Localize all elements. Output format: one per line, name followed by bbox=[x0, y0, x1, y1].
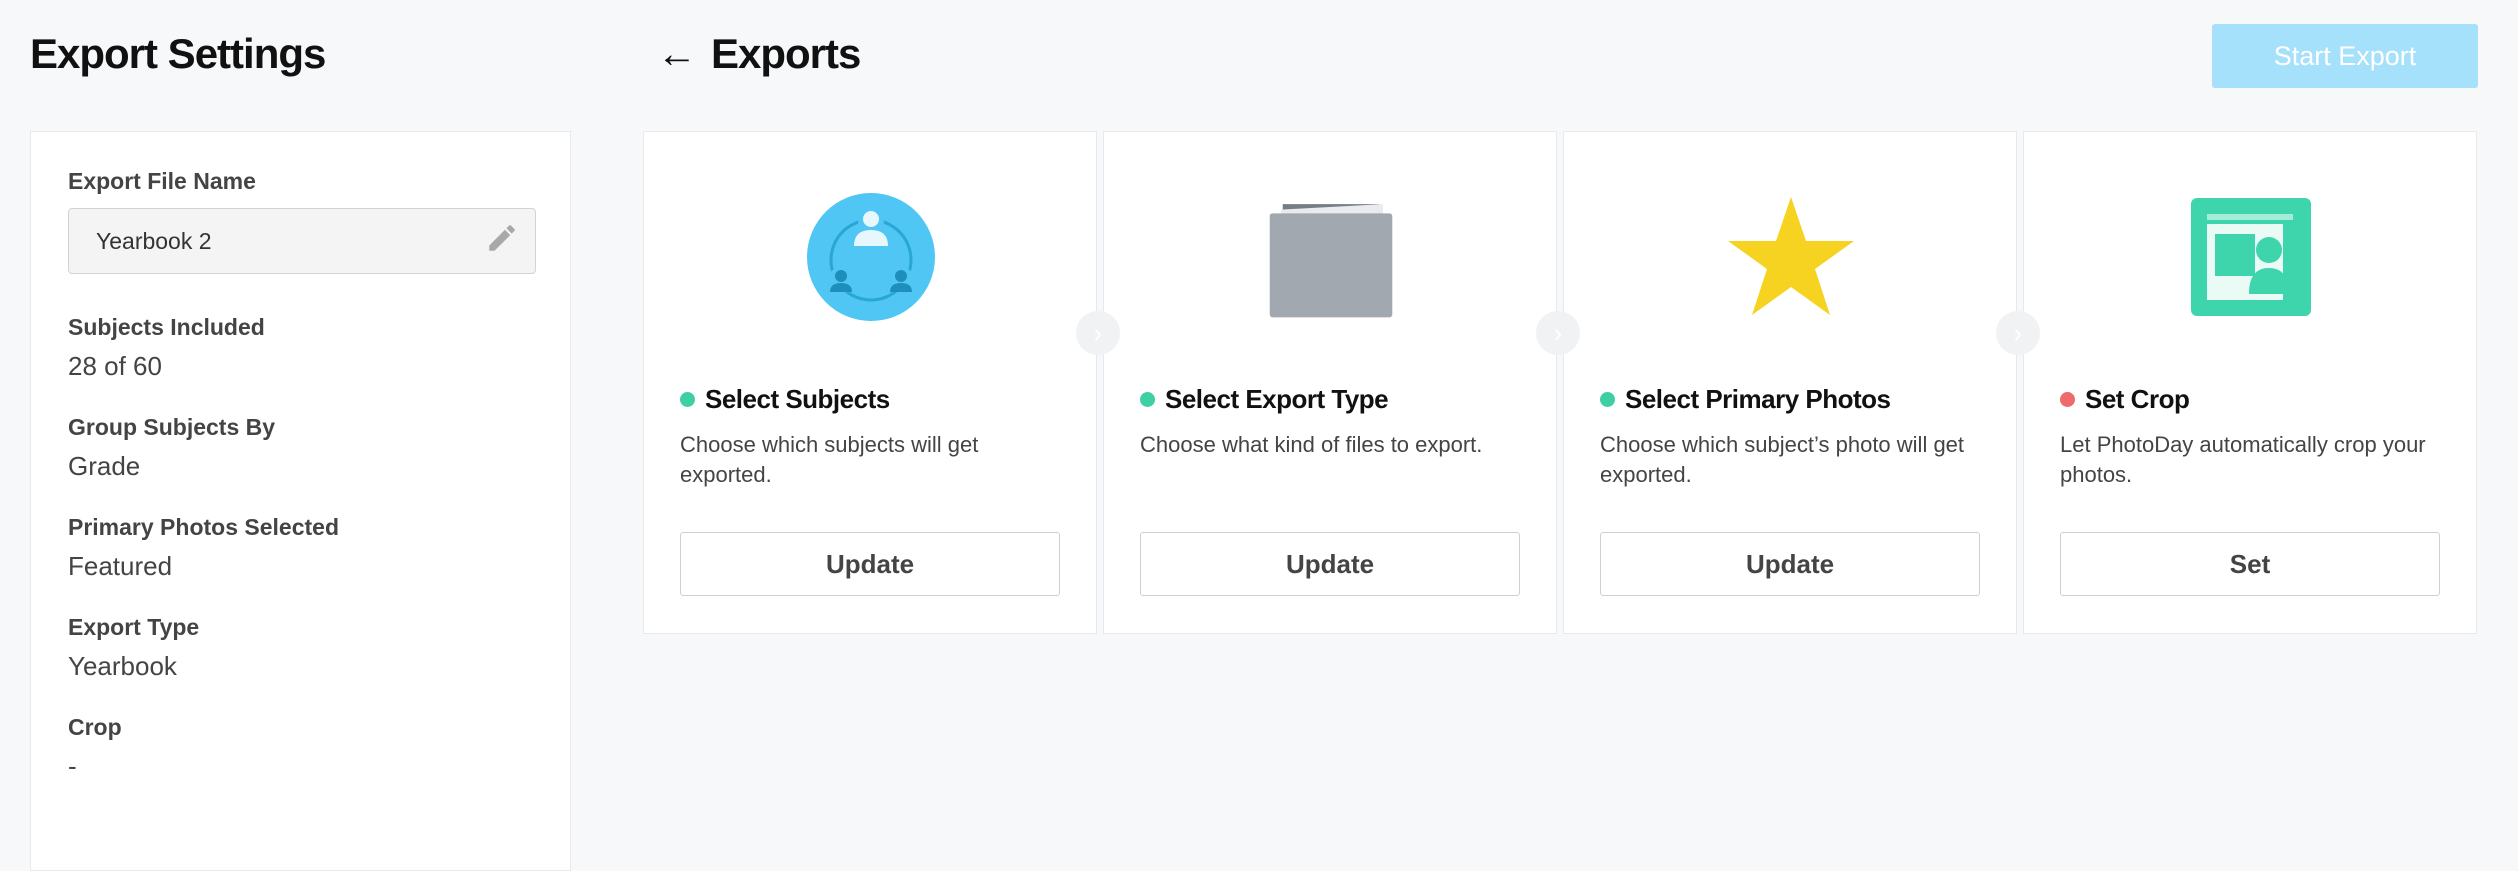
step-title-text: Select Subjects bbox=[705, 384, 890, 414]
exports-header: ← Exports bbox=[657, 30, 861, 78]
primary-photos-selected-info: Primary Photos Selected Featured bbox=[68, 514, 533, 582]
step-description: Choose what kind of files to export. bbox=[1140, 432, 1483, 457]
status-dot bbox=[1140, 392, 1155, 407]
crop-label: Crop bbox=[68, 714, 122, 740]
crop-value: - bbox=[68, 751, 77, 781]
step-title-text: Set Crop bbox=[2085, 384, 2190, 414]
primary-photos-selected-label: Primary Photos Selected bbox=[68, 514, 339, 540]
subjects-included-value: 28 of 60 bbox=[68, 351, 162, 381]
status-dot bbox=[680, 392, 695, 407]
update-export-type-button[interactable]: Update bbox=[1140, 532, 1520, 596]
primary-photos-selected-value: Featured bbox=[68, 551, 173, 581]
subjects-group-icon bbox=[806, 192, 936, 322]
subjects-included-label: Subjects Included bbox=[68, 314, 265, 340]
export-file-name-label: Export File Name bbox=[68, 168, 256, 194]
step-title-select-subjects: Select Subjects bbox=[680, 384, 890, 415]
page-title: Exports bbox=[711, 30, 861, 77]
update-subjects-button[interactable]: Update bbox=[680, 532, 1060, 596]
pencil-edit-icon[interactable] bbox=[485, 221, 519, 261]
star-icon bbox=[1726, 192, 1856, 322]
back-arrow-icon[interactable]: ← bbox=[657, 34, 697, 74]
crop-info: Crop - bbox=[68, 714, 533, 782]
group-subjects-by-info: Group Subjects By Grade bbox=[68, 414, 533, 482]
status-dot bbox=[1600, 392, 1615, 407]
step-title-select-primary-photos: Select Primary Photos bbox=[1600, 384, 1891, 415]
set-crop-button[interactable]: Set bbox=[2060, 532, 2440, 596]
step-description: Choose which subject’s photo will get ex… bbox=[1600, 432, 1965, 487]
step-card-set-crop: Set Crop Let PhotoDay automatically crop… bbox=[2023, 131, 2477, 634]
step-description: Let PhotoDay automatically crop your pho… bbox=[2060, 432, 2426, 487]
status-dot bbox=[2060, 392, 2075, 407]
step-title-text: Select Export Type bbox=[1165, 384, 1389, 414]
group-subjects-by-value: Grade bbox=[68, 451, 141, 481]
group-subjects-by-label: Group Subjects By bbox=[68, 414, 276, 440]
export-settings-panel: Export File Name Yearbook 2 Subjects Inc… bbox=[30, 131, 571, 871]
subjects-included-info: Subjects Included 28 of 60 bbox=[68, 314, 533, 382]
step-title-set-crop: Set Crop bbox=[2060, 384, 2190, 415]
folder-icon bbox=[1266, 192, 1396, 322]
step-description: Choose which subjects will get exported. bbox=[680, 432, 979, 487]
export-file-name-value: Yearbook 2 bbox=[96, 227, 212, 254]
step-card-select-subjects: Select Subjects Choose which subjects wi… bbox=[643, 131, 1097, 634]
export-type-value: Yearbook bbox=[68, 651, 177, 681]
sidebar-title: Export Settings bbox=[30, 30, 326, 77]
step-card-select-export-type: Select Export Type Choose what kind of f… bbox=[1103, 131, 1557, 634]
export-type-info: Export Type Yearbook bbox=[68, 614, 533, 682]
chevron-right-icon: › bbox=[1536, 311, 1580, 355]
export-type-label: Export Type bbox=[68, 614, 200, 640]
crop-photo-icon bbox=[2186, 192, 2316, 322]
start-export-button[interactable]: Start Export bbox=[2212, 24, 2478, 88]
chevron-right-icon: › bbox=[1996, 311, 2040, 355]
step-title-select-export-type: Select Export Type bbox=[1140, 384, 1389, 415]
update-primary-photos-button[interactable]: Update bbox=[1600, 532, 1980, 596]
chevron-right-icon: › bbox=[1076, 311, 1120, 355]
export-file-name-field[interactable]: Yearbook 2 bbox=[68, 208, 536, 274]
step-card-select-primary-photos: Select Primary Photos Choose which subje… bbox=[1563, 131, 2017, 634]
step-title-text: Select Primary Photos bbox=[1625, 384, 1891, 414]
